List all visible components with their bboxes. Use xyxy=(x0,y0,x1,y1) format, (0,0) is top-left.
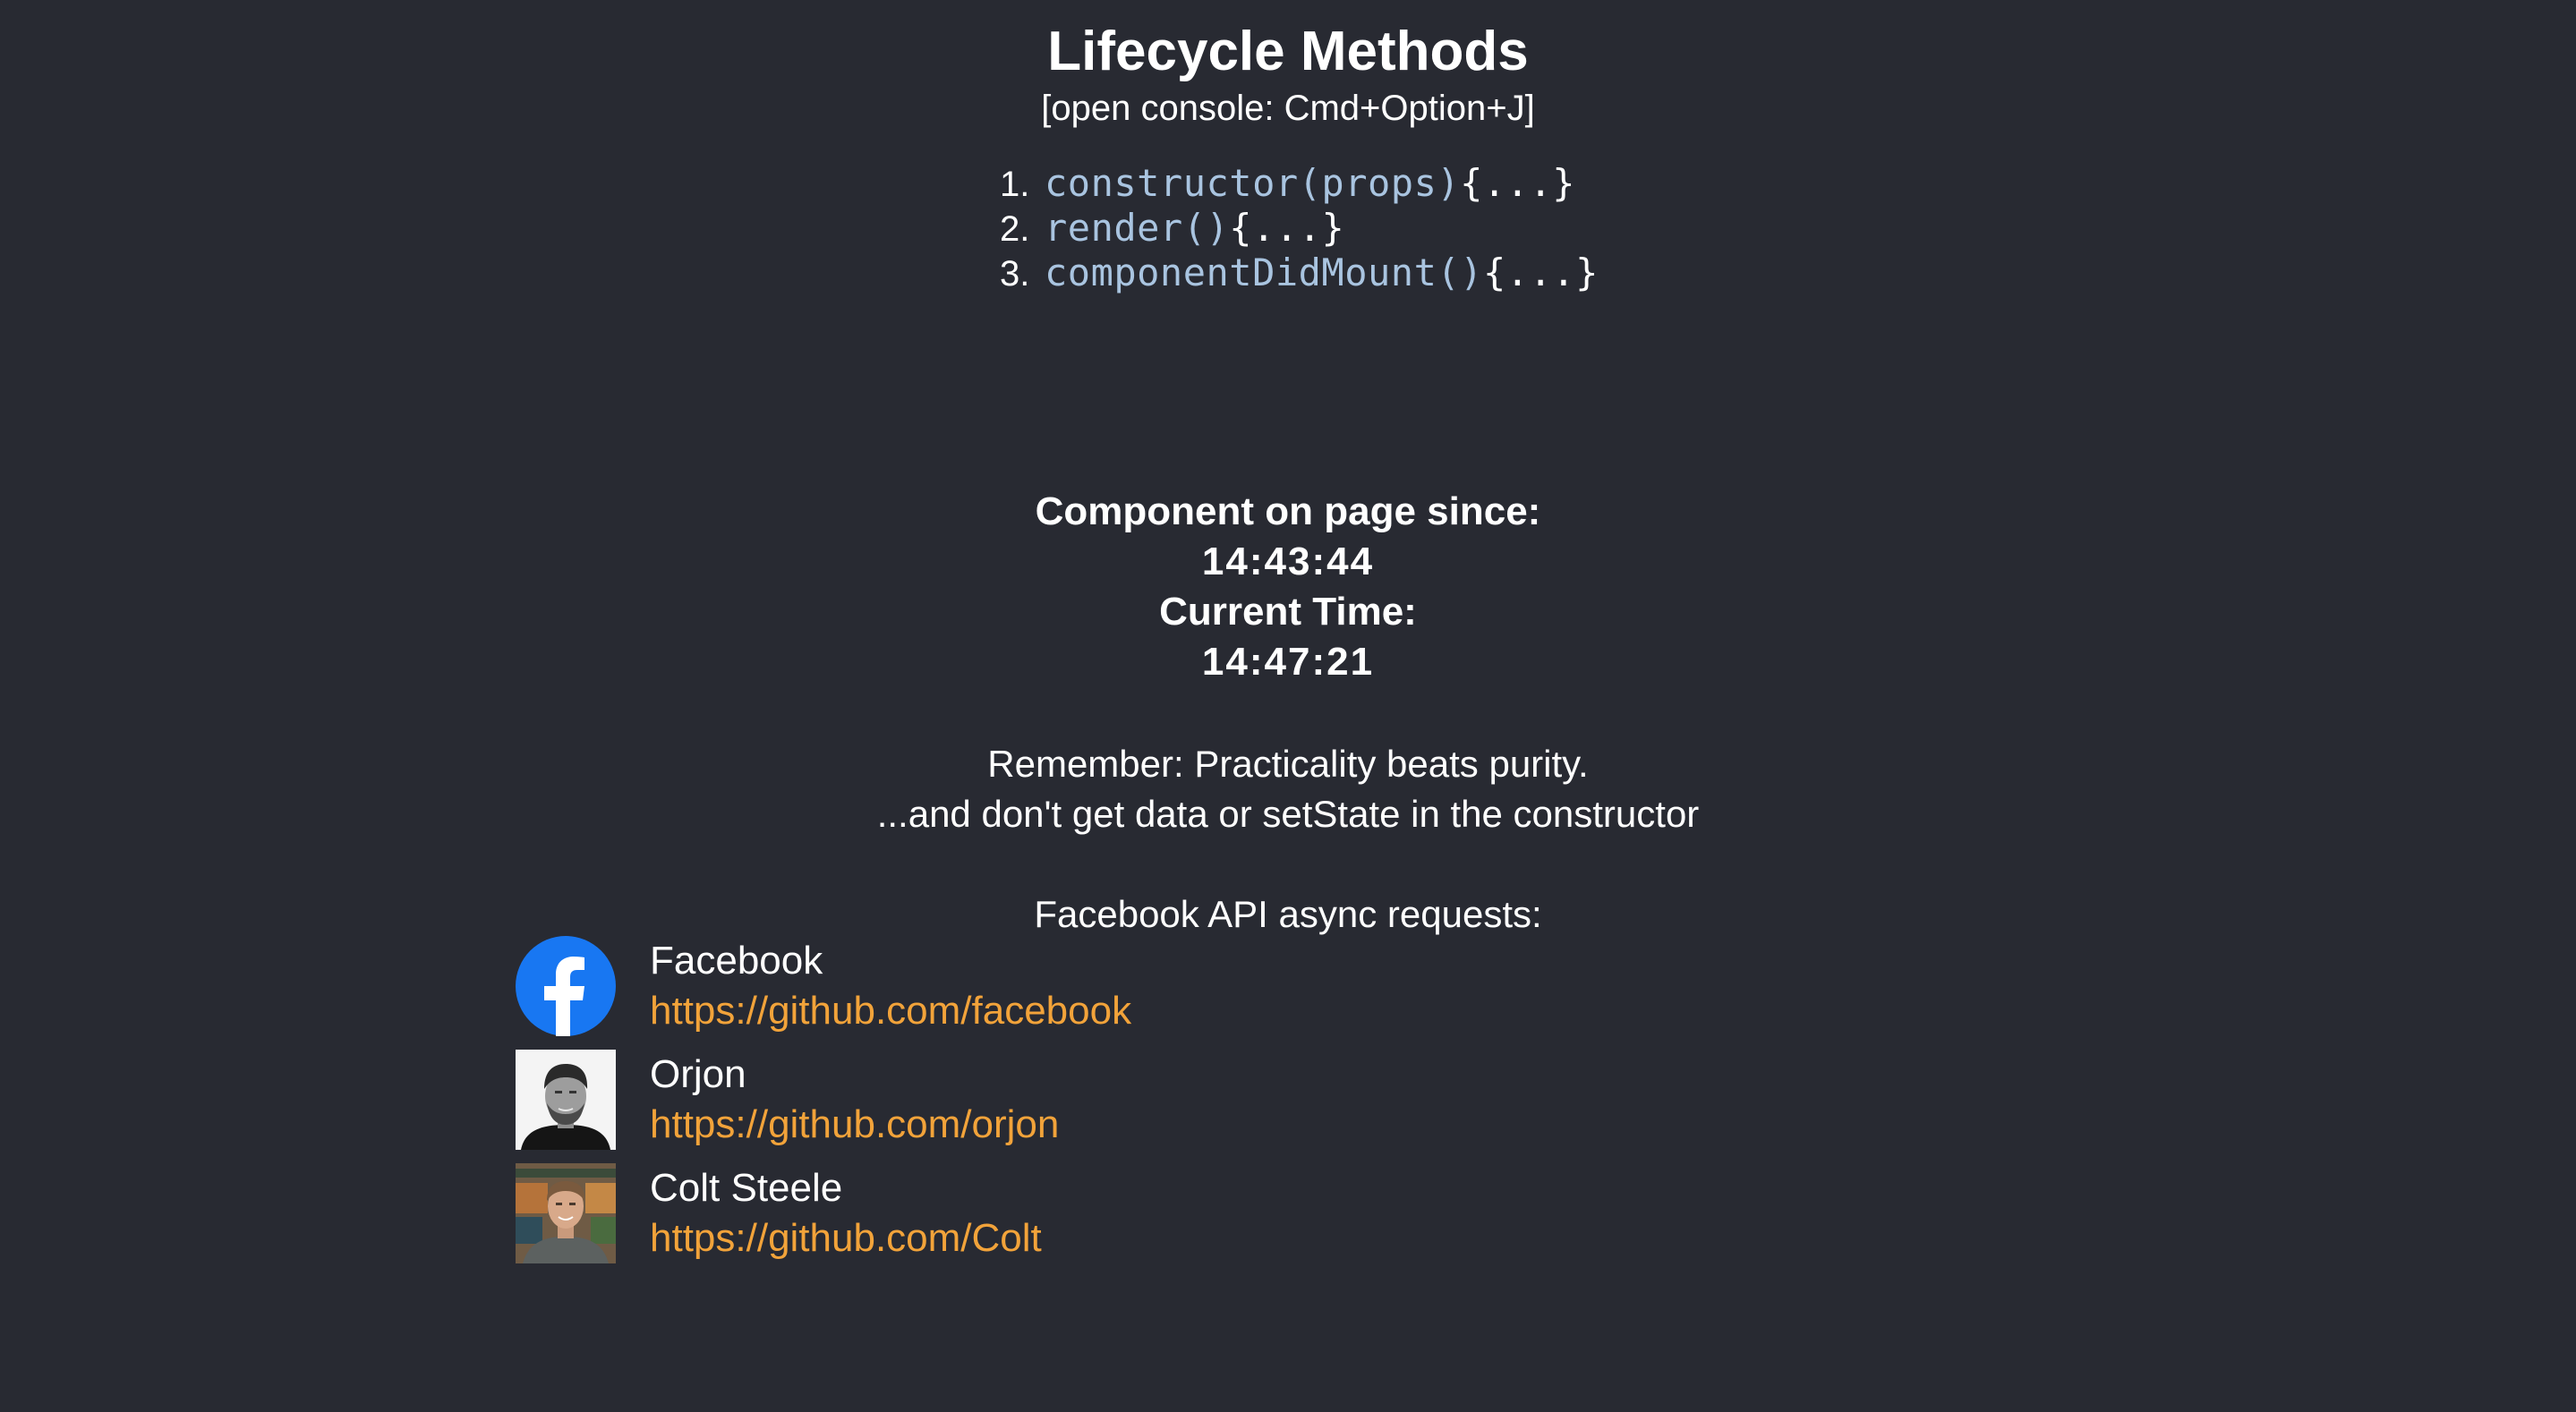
api-requests-heading: Facebook API async requests: xyxy=(1034,893,1542,935)
since-label: Component on page since: xyxy=(1035,489,1541,533)
method-number: 1. xyxy=(1000,165,1030,204)
method-number: 3. xyxy=(1000,254,1030,293)
user-name: Colt Steele xyxy=(650,1166,843,1210)
colt-steele-photo xyxy=(516,1163,616,1263)
remember-line-2: ...and don't get data or setState in the… xyxy=(876,793,1700,835)
current-time-label: Current Time: xyxy=(1159,590,1417,634)
method-name: render() xyxy=(1045,206,1230,250)
method-body: {...} xyxy=(1229,206,1345,250)
console-hint: [open console: Cmd+Option+J] xyxy=(1041,89,1535,128)
method-code: render(){...} xyxy=(1045,206,1344,250)
method-number: 2. xyxy=(1000,209,1030,249)
method-code: constructor(props){...} xyxy=(1045,161,1575,205)
method-name: constructor(props) xyxy=(1045,161,1461,205)
page: Lifecycle Methods [open console: Cmd+Opt… xyxy=(0,0,2576,1412)
method-item: 2. render(){...} xyxy=(1000,206,1599,251)
method-body: {...} xyxy=(1482,251,1599,294)
method-body: {...} xyxy=(1460,161,1576,205)
lifecycle-methods-list: 1. constructor(props){...} 2. render(){...… xyxy=(1000,161,1599,295)
current-time-value: 14:47:21 xyxy=(1201,640,1375,684)
method-item: 1. constructor(props){...} xyxy=(1000,161,1599,206)
user-name: Facebook xyxy=(650,939,823,982)
remember-line-1: Remember: Practicality beats purity. xyxy=(987,743,1589,785)
user-name: Orjon xyxy=(650,1052,746,1096)
user-github-link[interactable]: https://github.com/orjon xyxy=(650,1100,1059,1150)
method-item: 3. componentDidMount(){...} xyxy=(1000,251,1599,295)
orjon-photo xyxy=(516,1050,616,1150)
remember-note: Remember: Practicality beats purity. ...… xyxy=(0,739,2576,839)
page-title: Lifecycle Methods xyxy=(1047,21,1529,82)
since-value: 14:43:44 xyxy=(1201,540,1375,583)
method-name: componentDidMount() xyxy=(1045,251,1483,294)
user-github-link[interactable]: https://github.com/facebook xyxy=(650,986,1131,1036)
timer-block: Component on page since: 14:43:44 Curren… xyxy=(0,487,2576,687)
method-code: componentDidMount(){...} xyxy=(1045,251,1599,294)
facebook-logo-icon xyxy=(516,936,616,1036)
user-github-link[interactable]: https://github.com/Colt xyxy=(650,1213,1042,1263)
